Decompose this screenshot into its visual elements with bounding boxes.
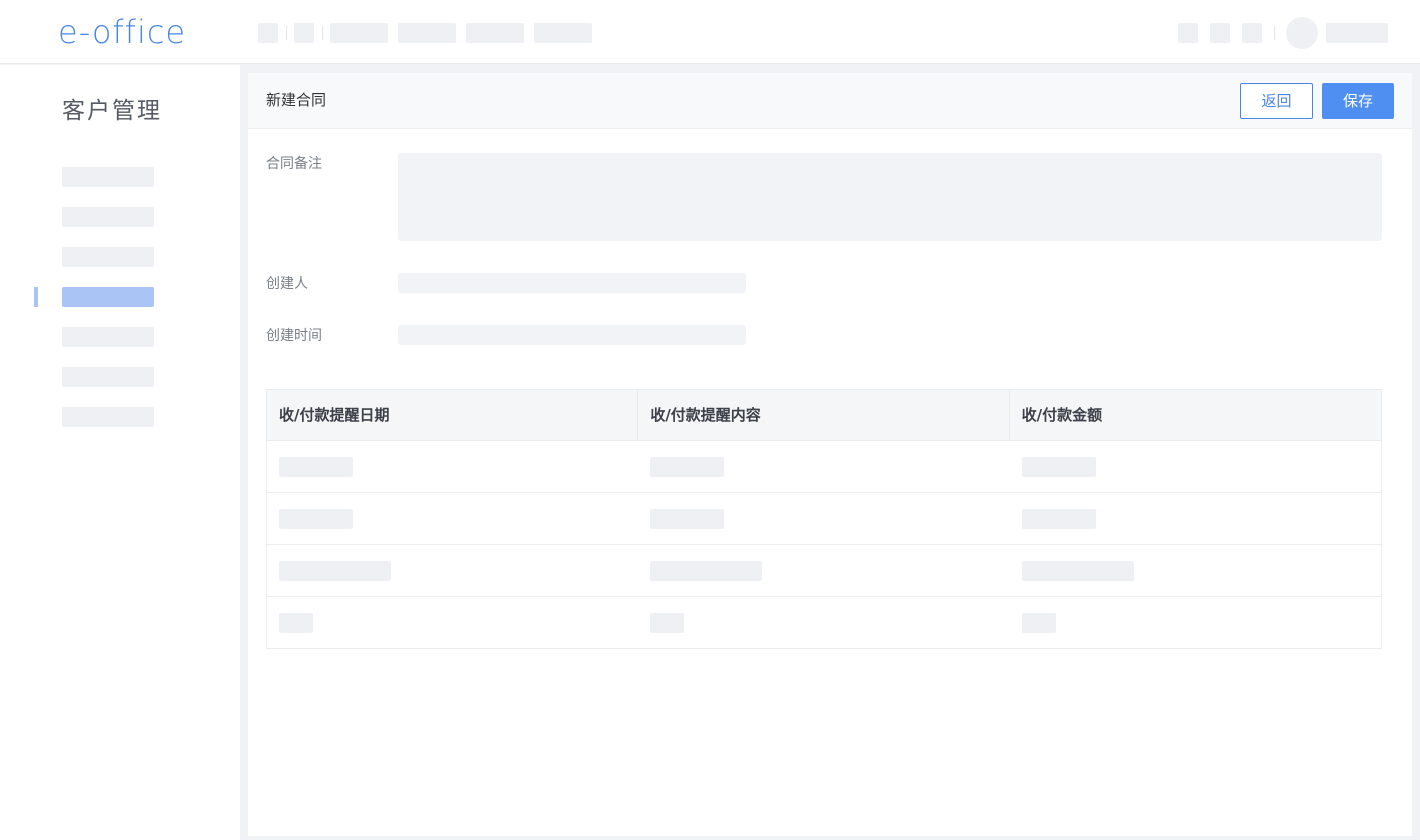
table-cell bbox=[267, 545, 638, 596]
table-cell bbox=[267, 597, 638, 648]
sidebar: 客户管理 bbox=[0, 65, 240, 840]
created-time-label: 创建时间 bbox=[266, 328, 322, 344]
cell-placeholder bbox=[650, 509, 725, 529]
toolbar-icon-placeholder[interactable] bbox=[1242, 23, 1262, 43]
table-cell bbox=[638, 441, 1009, 492]
remark-label: 合同备注 bbox=[266, 156, 322, 172]
column-header-amount: 收/付款金额 bbox=[1021, 406, 1103, 424]
panel-header: 新建合同 返回 保存 bbox=[248, 73, 1412, 129]
table-row[interactable] bbox=[267, 545, 1381, 597]
toolbar-icon-placeholder[interactable] bbox=[1178, 23, 1198, 43]
sidebar-item[interactable] bbox=[62, 367, 154, 387]
sidebar-item[interactable] bbox=[62, 327, 154, 347]
cell-placeholder bbox=[279, 509, 353, 529]
table-header: 收/付款提醒日期 收/付款提醒内容 收/付款金额 bbox=[267, 390, 1381, 441]
main-panel: 新建合同 返回 保存 合同备注 创建人 创建时间 收/付款提醒日期 收/付款提醒… bbox=[248, 73, 1412, 836]
cell-placeholder bbox=[279, 561, 391, 581]
sidebar-item[interactable] bbox=[62, 207, 154, 227]
table-cell bbox=[638, 545, 1009, 596]
table-row[interactable] bbox=[267, 493, 1381, 545]
back-button[interactable]: 返回 bbox=[1240, 83, 1313, 119]
save-button[interactable]: 保存 bbox=[1322, 83, 1394, 119]
table-row[interactable] bbox=[267, 597, 1381, 648]
cell-placeholder bbox=[1021, 613, 1056, 633]
sidebar-item[interactable] bbox=[62, 167, 154, 187]
active-indicator bbox=[34, 287, 38, 307]
cell-placeholder bbox=[650, 457, 725, 477]
sidebar-title: 客户管理 bbox=[62, 98, 162, 124]
table-cell bbox=[1010, 597, 1381, 648]
nav-menu-placeholder[interactable] bbox=[466, 23, 524, 43]
creator-field[interactable] bbox=[398, 273, 746, 293]
app-logo[interactable]: e-office bbox=[58, 12, 186, 52]
user-name-placeholder[interactable] bbox=[1326, 23, 1388, 43]
cell-placeholder bbox=[650, 561, 763, 581]
sidebar-item[interactable] bbox=[62, 407, 154, 427]
nav-menu-placeholder[interactable] bbox=[398, 23, 456, 43]
cell-placeholder bbox=[279, 457, 353, 477]
created-time-field[interactable] bbox=[398, 325, 746, 345]
table-cell bbox=[267, 493, 638, 544]
cell-placeholder bbox=[650, 613, 685, 633]
nav-icon-placeholder[interactable] bbox=[258, 23, 278, 43]
sidebar-item-active[interactable] bbox=[62, 287, 154, 307]
table-cell bbox=[1010, 493, 1381, 544]
nav-divider bbox=[322, 26, 323, 40]
nav-menu-placeholder[interactable] bbox=[534, 23, 592, 43]
column-header-reminder-content: 收/付款提醒内容 bbox=[638, 390, 1010, 440]
cell-placeholder bbox=[1021, 509, 1096, 529]
table-cell bbox=[1010, 545, 1381, 596]
top-bar: e-office bbox=[0, 0, 1420, 64]
table-row[interactable] bbox=[267, 441, 1381, 493]
cell-placeholder bbox=[1021, 457, 1096, 477]
nav-divider bbox=[286, 26, 287, 40]
nav-menu-placeholder[interactable] bbox=[330, 23, 388, 43]
column-header-reminder-date: 收/付款提醒日期 bbox=[267, 390, 639, 440]
creator-label: 创建人 bbox=[266, 276, 308, 292]
table-cell bbox=[638, 493, 1009, 544]
toolbar-icon-placeholder[interactable] bbox=[1210, 23, 1230, 43]
cell-placeholder bbox=[279, 613, 313, 633]
user-avatar[interactable] bbox=[1286, 17, 1318, 49]
sidebar-item[interactable] bbox=[62, 247, 154, 267]
nav-icon-placeholder[interactable] bbox=[294, 23, 314, 43]
cell-placeholder bbox=[1021, 561, 1134, 581]
table-cell bbox=[638, 597, 1009, 648]
remark-textarea[interactable] bbox=[398, 153, 1382, 241]
table-cell bbox=[267, 441, 638, 492]
toolbar-divider bbox=[1274, 26, 1275, 40]
page-title: 新建合同 bbox=[266, 91, 327, 109]
table-cell bbox=[1010, 441, 1381, 492]
payment-reminder-table: 收/付款提醒日期 收/付款提醒内容 收/付款金额 bbox=[266, 389, 1382, 649]
